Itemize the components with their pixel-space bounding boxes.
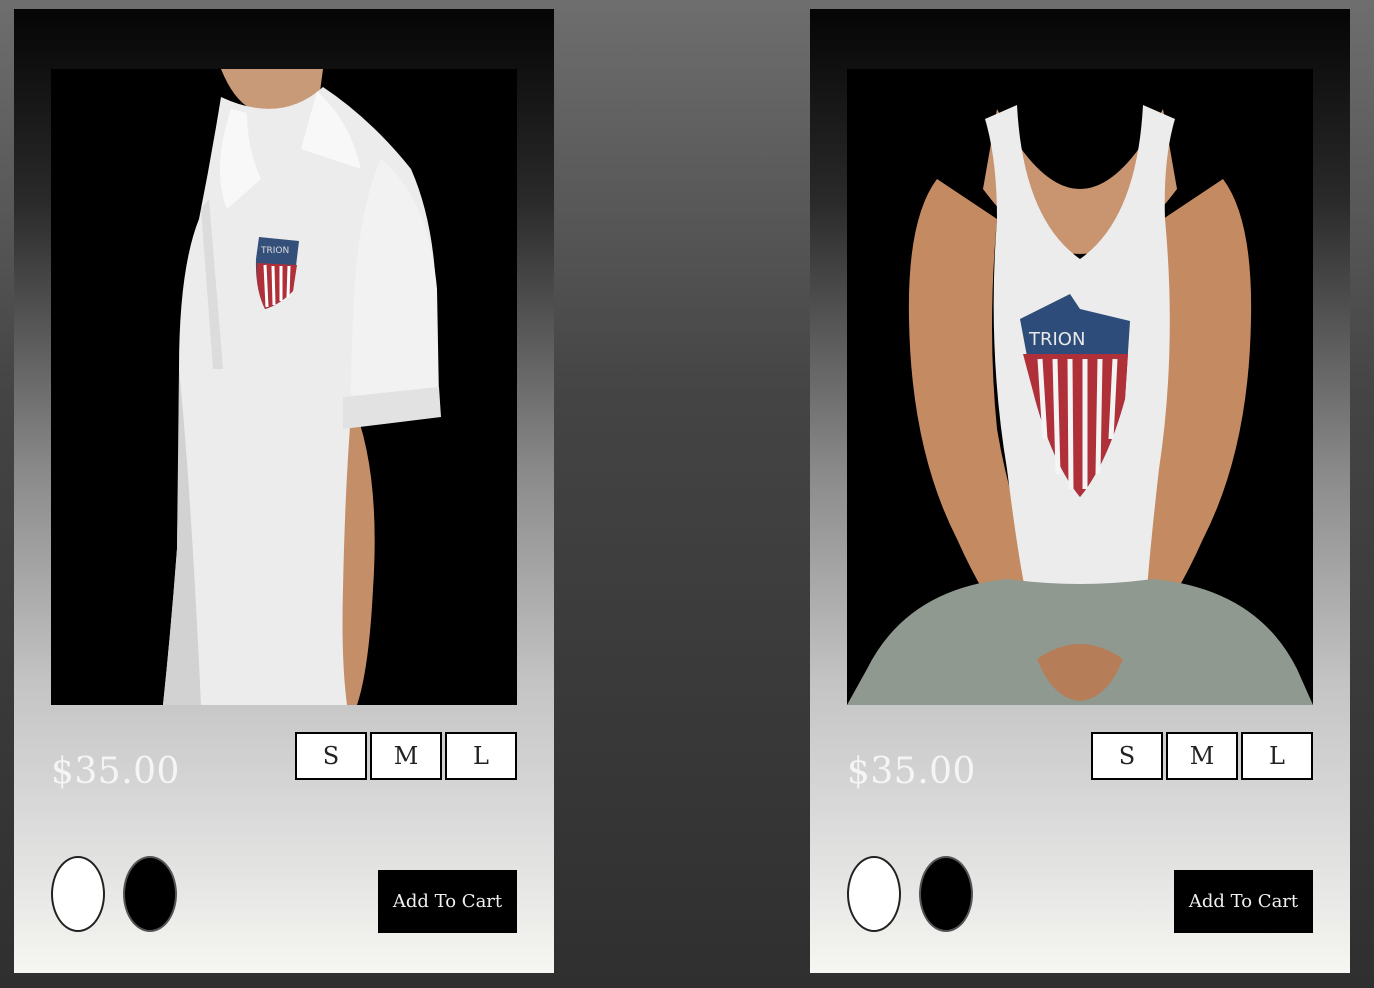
color-swatch-black[interactable]	[123, 856, 177, 932]
svg-text:TRION: TRION	[1028, 329, 1085, 350]
size-selector: S M L	[292, 732, 517, 780]
product-card-polo: TRION $35.00 S M L Add To Cart	[14, 9, 554, 973]
color-swatch-white[interactable]	[847, 856, 901, 932]
size-l-button[interactable]: L	[1241, 732, 1313, 780]
color-swatch-white[interactable]	[51, 856, 105, 932]
size-selector: S M L	[1088, 732, 1313, 780]
product-image-tank[interactable]: TRION	[847, 69, 1313, 705]
size-s-button[interactable]: S	[295, 732, 367, 780]
price: $35.00	[847, 751, 976, 792]
size-m-button[interactable]: M	[1166, 732, 1238, 780]
add-to-cart-button[interactable]: Add To Cart	[1174, 870, 1313, 933]
product-card-tank: TRION $35.00 S M L Add To Cart	[810, 9, 1350, 973]
color-swatches	[847, 856, 991, 932]
price: $35.00	[51, 751, 180, 792]
size-s-button[interactable]: S	[1091, 732, 1163, 780]
add-to-cart-button[interactable]: Add To Cart	[378, 870, 517, 933]
product-image-polo[interactable]: TRION	[51, 69, 517, 705]
color-swatch-black[interactable]	[919, 856, 973, 932]
size-m-button[interactable]: M	[370, 732, 442, 780]
size-l-button[interactable]: L	[445, 732, 517, 780]
color-swatches	[51, 856, 195, 932]
svg-text:TRION: TRION	[260, 246, 289, 256]
